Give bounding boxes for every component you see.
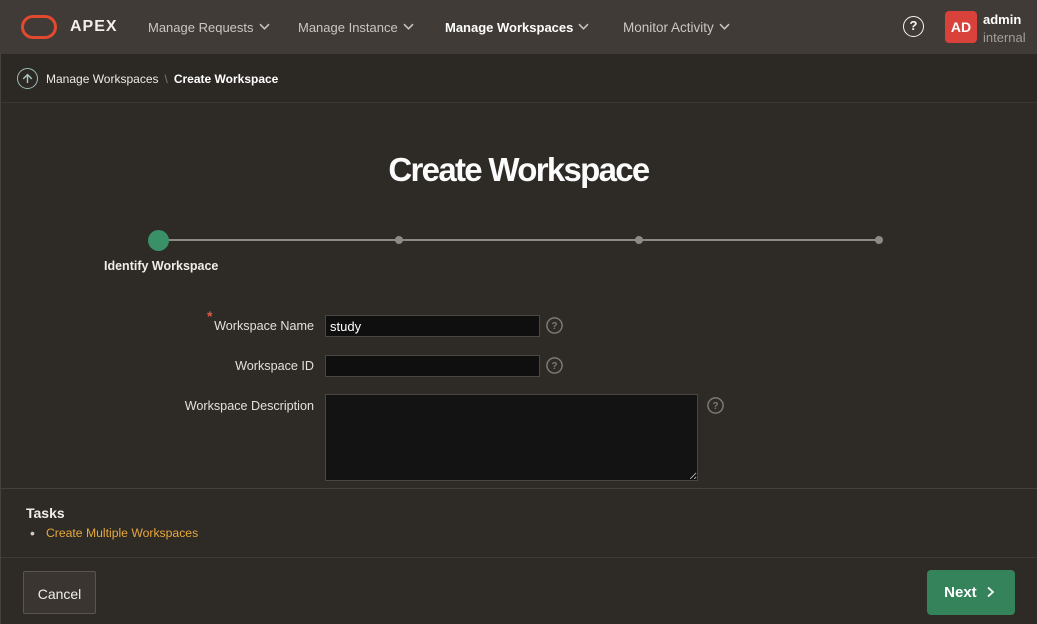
svg-text:?: ? xyxy=(551,361,557,372)
svg-text:?: ? xyxy=(551,321,557,332)
svg-text:?: ? xyxy=(712,401,718,412)
